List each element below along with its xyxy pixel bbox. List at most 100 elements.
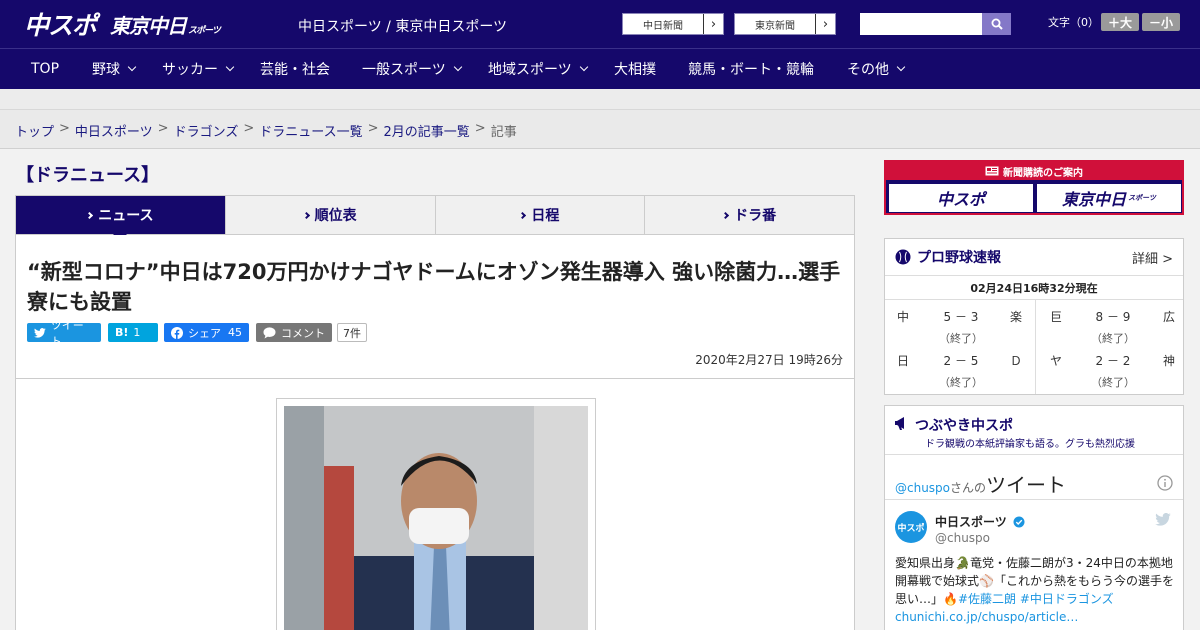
comment-count-badge: 7件 — [337, 323, 367, 342]
comment-bubble-icon — [263, 326, 276, 338]
breadcrumb-link-february[interactable]: 2月の記事一覧 — [384, 121, 470, 140]
nav-label: 一般スポーツ — [362, 62, 446, 78]
info-icon[interactable] — [1157, 475, 1173, 491]
baseball-detail-link[interactable]: 詳細 > — [1132, 248, 1173, 267]
tokyo-chunichi-logo[interactable]: 東京中日 スポーツ — [110, 8, 221, 40]
breadcrumb-separator: > — [157, 121, 169, 136]
article-photo-frame — [276, 398, 596, 630]
chunichi-shimbun-button[interactable]: 中日新聞 › — [622, 13, 724, 35]
tokyo-logo-text: 東京中日 — [110, 13, 187, 38]
tokyo-shimbun-button[interactable]: 東京新聞 › — [734, 13, 836, 35]
font-larger-button[interactable]: ＋大 — [1101, 13, 1139, 31]
subscribe-tokyo-chunichi-button[interactable]: 東京中日 スポーツ — [1037, 184, 1181, 212]
timeline-san-no: さんの — [950, 481, 987, 495]
comment-button[interactable]: コメント — [256, 323, 332, 342]
player-photo-illustration — [284, 406, 588, 630]
twitter-bird-icon — [1155, 513, 1171, 526]
subscribe-tokyo-sub: スポーツ — [1128, 194, 1156, 202]
nav-label: TOP — [31, 61, 60, 77]
section-title: 【ドラニュース】 — [16, 165, 160, 186]
timeline-divider — [885, 499, 1183, 500]
breadcrumb-separator: > — [474, 121, 486, 136]
game-away-team: 広 — [1163, 310, 1176, 324]
font-size-label: 文字（0） — [1048, 16, 1099, 29]
subscription-banner[interactable]: 新聞購読のご案内 中スポ 東京中日 スポーツ — [884, 160, 1184, 215]
avatar[interactable]: 中スポ — [895, 511, 927, 543]
tab-label: ドラ番 — [734, 208, 777, 224]
site-title-link[interactable]: 中日スポーツ / 東京中日スポーツ — [298, 16, 507, 36]
chevron-down-icon — [225, 62, 235, 72]
baseball-icon — [895, 249, 911, 265]
chevron-down-icon — [579, 62, 588, 72]
nav-item-general-sports[interactable]: 一般スポーツ — [362, 49, 462, 89]
verified-badge-icon — [1013, 516, 1025, 528]
tab-schedule[interactable]: 日程 — [434, 196, 645, 234]
facebook-share-button[interactable]: シェア 45 — [164, 323, 249, 342]
facebook-icon — [171, 326, 183, 339]
tab-dora-ban[interactable]: ドラ番 — [644, 196, 854, 234]
tweet-link[interactable]: chunichi.co.jp/chuspo/article… — [895, 610, 1078, 624]
tab-standings[interactable]: 順位表 — [224, 196, 435, 234]
nav-item-sumo[interactable]: 大相撲 — [614, 49, 656, 89]
hatena-bookmark-button[interactable]: B! 1 — [108, 323, 158, 342]
twitter-widget-title: つぶやき中スポ — [915, 418, 1013, 434]
top-header: 中スポ 東京中日 スポーツ 中日スポーツ / 東京中日スポーツ 中日新聞 › 東京… — [0, 0, 1200, 48]
article-headline: “新型コロナ”中日は720万円かけナゴヤドームにオゾン発生器導入 強い除菌力…選… — [27, 260, 841, 314]
game-status: （終了） — [939, 376, 983, 389]
game-score[interactable]: 5 － 3 — [943, 308, 979, 325]
nav-label: その他 — [847, 62, 889, 78]
breadcrumb-link-chunichi-sports[interactable]: 中日スポーツ — [75, 121, 153, 140]
font-smaller-button[interactable]: －小 — [1142, 13, 1180, 31]
breadcrumb-separator: > — [59, 121, 70, 136]
breadcrumb-current: 記事 — [490, 125, 517, 140]
nav-label: 大相撲 — [614, 62, 656, 78]
breadcrumb-link-dora-news[interactable]: ドラニュース一覧 — [259, 121, 362, 140]
search-button[interactable] — [982, 13, 1011, 35]
chevron-right-icon — [722, 211, 730, 219]
tweet-author-handle[interactable]: @chuspo — [935, 531, 990, 545]
nav-item-soccer[interactable]: サッカー — [162, 49, 235, 89]
nav-item-local-sports[interactable]: 地域スポーツ — [488, 49, 588, 89]
search-input[interactable] — [860, 13, 982, 35]
baseball-games: 中 5 － 3 楽 （終了） 巨 8 － 9 広 （終了） 日 2 － 5 Ｄ … — [885, 300, 1183, 394]
main-nav: TOP 野球 サッカー 芸能・社会 一般スポーツ 地域スポーツ 大相撲 競馬・ボ… — [0, 48, 1200, 89]
chuspo-logo[interactable]: 中スポ — [24, 8, 97, 40]
tweet-author-name[interactable]: 中日スポーツ — [935, 513, 1025, 530]
tokyo-logo-sub: スポーツ — [188, 26, 221, 36]
subscribe-chuspo-button[interactable]: 中スポ — [889, 184, 1033, 212]
breadcrumb-link-dragons[interactable]: ドラゴンズ — [174, 121, 239, 140]
tab-label: 順位表 — [314, 208, 357, 224]
nav-item-other[interactable]: その他 — [847, 49, 906, 89]
spacer-bar — [0, 89, 1200, 110]
facebook-share-label: シェア — [188, 326, 221, 340]
game-home-team: 中 — [897, 310, 910, 324]
search-icon — [991, 18, 1003, 30]
breadcrumb-link-top[interactable]: トップ — [15, 121, 54, 140]
game-away-team: 神 — [1163, 354, 1176, 368]
tweet-hashtags[interactable]: #佐藤二朗 #中日ドラゴンズ — [958, 592, 1114, 606]
game-status: （終了） — [939, 332, 983, 345]
nav-item-top[interactable]: TOP — [31, 49, 59, 89]
nav-item-racing[interactable]: 競馬・ボート・競輪 — [688, 49, 814, 89]
timeline-handle-link[interactable]: @chuspo — [895, 481, 950, 495]
tab-label: ニュース — [98, 208, 154, 224]
chevron-down-icon — [127, 62, 137, 72]
twitter-widget: つぶやき中スポ ドラ観戦の本紙評論家も語る。グラも熱烈応援 @chuspoさんの… — [884, 405, 1184, 630]
hatena-count: 1 — [133, 326, 141, 339]
article-photo[interactable] — [284, 406, 588, 630]
nav-item-entertainment[interactable]: 芸能・社会 — [260, 49, 330, 89]
megaphone-icon — [895, 417, 904, 430]
game-home-team: 日 — [897, 354, 910, 368]
game-score[interactable]: 8 － 9 — [1095, 308, 1131, 325]
newspaper-icon — [985, 166, 999, 176]
baseball-timestamp: 02月24日16時32分現在 — [885, 276, 1183, 300]
tweet-timeline: @chuspoさんのツイート 中スポ 中日スポーツ @chuspo 愛知県出身🐊… — [885, 454, 1183, 630]
tweet-label: ツイート — [50, 318, 84, 348]
game-score[interactable]: 2 － 2 — [1095, 352, 1131, 369]
nav-item-baseball[interactable]: 野球 — [92, 49, 137, 89]
tweet-button[interactable]: ツイート — [27, 319, 101, 348]
breadcrumb-separator: > — [367, 121, 379, 136]
game-score[interactable]: 2 － 5 — [943, 352, 979, 369]
article-datetime: 2020年2月27日 19時26分 — [695, 353, 843, 367]
tab-news[interactable]: ニュース — [16, 196, 225, 241]
